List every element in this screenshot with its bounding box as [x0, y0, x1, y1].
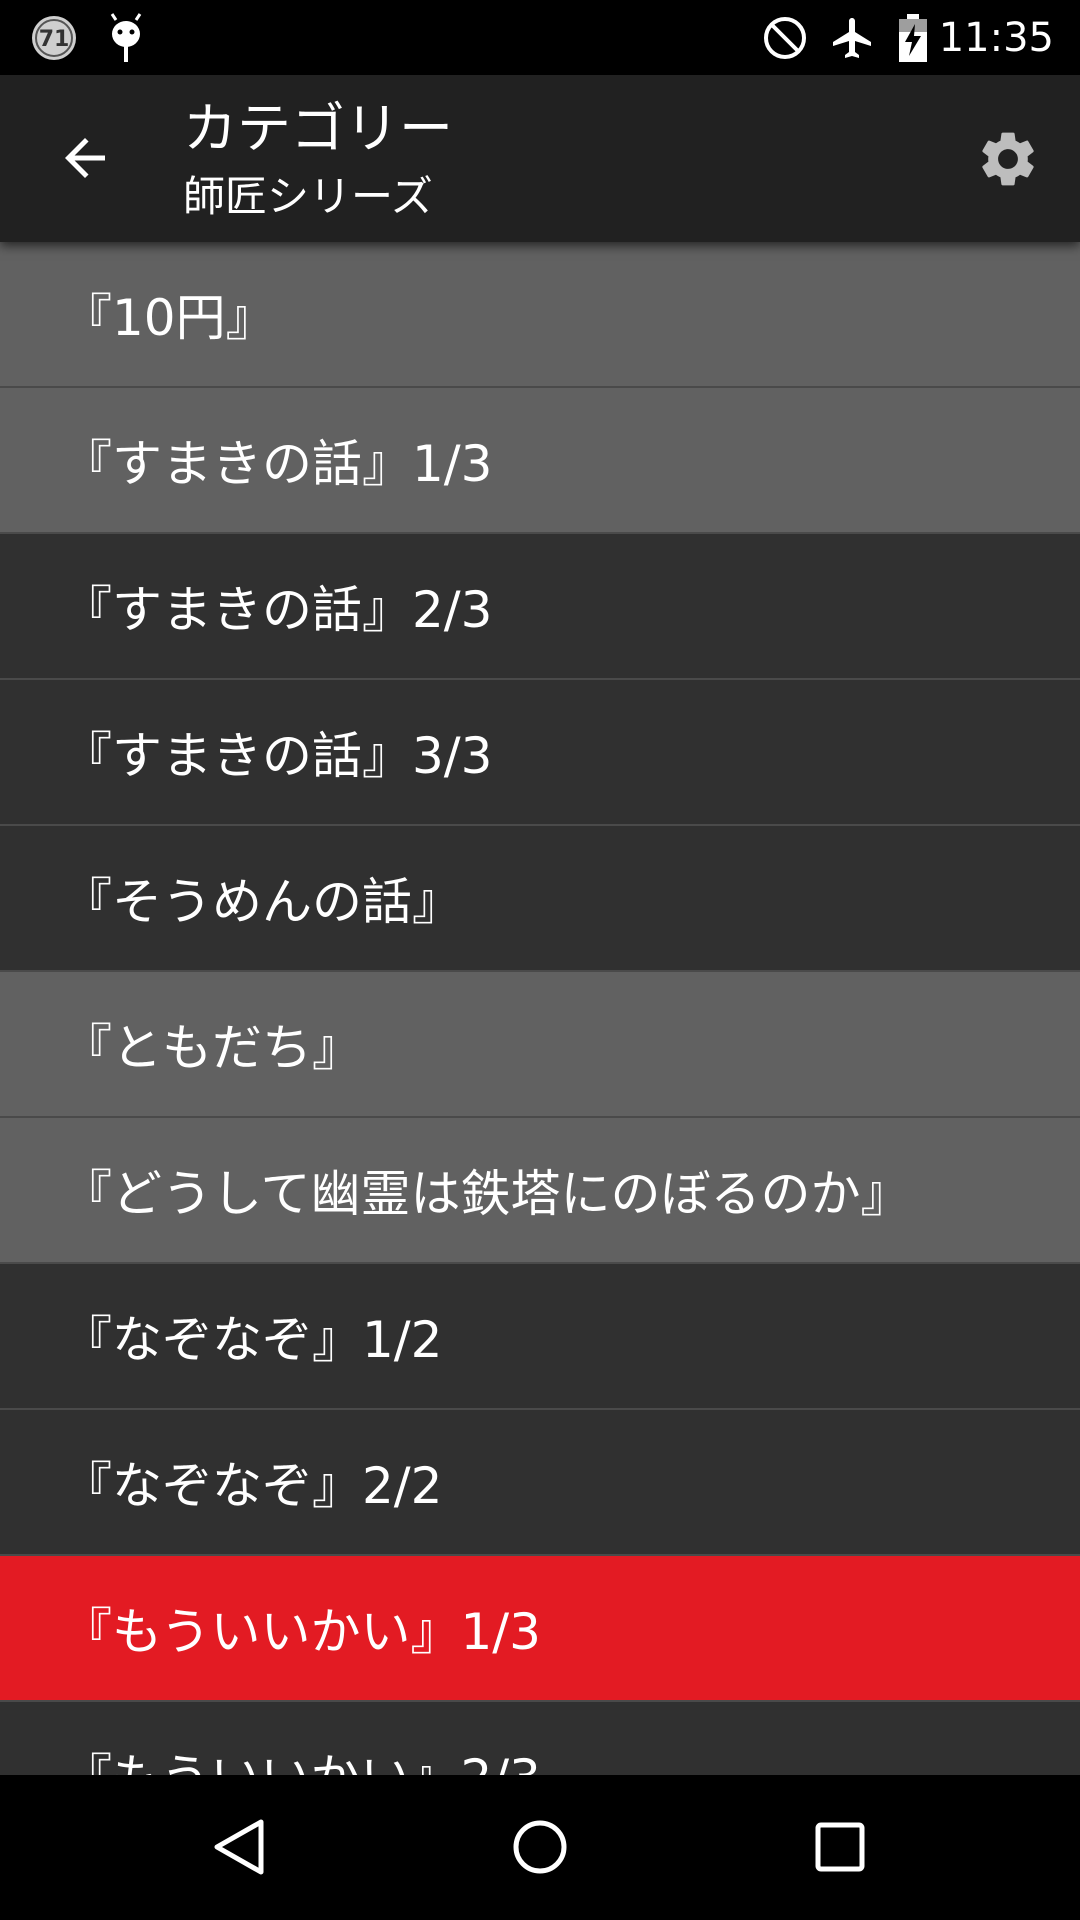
- nav-recents-icon: [815, 1822, 865, 1872]
- nav-back-button[interactable]: [190, 1797, 290, 1897]
- story-list[interactable]: 『10円』 『すまきの話』1/3 『すまきの話』2/3 『すまきの話』3/3 『…: [0, 242, 1080, 1775]
- list-item-label: 『もういいかい』2/3: [0, 1738, 541, 1775]
- nav-home-button[interactable]: [490, 1797, 590, 1897]
- list-item-label: 『なぞなぞ』1/2: [62, 1311, 443, 1369]
- list-item[interactable]: 『すまきの話』3/3: [0, 680, 1080, 826]
- arrow-back-icon: [65, 138, 105, 178]
- list-item[interactable]: 『なぞなぞ』1/2: [0, 1264, 1080, 1410]
- notification-count-icon: 71: [26, 0, 82, 75]
- list-item[interactable]: 『ともだち』: [0, 972, 1080, 1118]
- navigation-bar: [0, 1775, 1080, 1920]
- nav-back-icon: [214, 1819, 264, 1875]
- list-item[interactable]: 『そうめんの話』: [0, 826, 1080, 972]
- back-button[interactable]: [40, 113, 130, 203]
- list-item[interactable]: 『すまきの話』1/3: [0, 388, 1080, 534]
- settings-button[interactable]: [966, 117, 1050, 201]
- list-item-label: 『どうして幽霊は鉄塔にのぼるのか』: [62, 1165, 911, 1223]
- android-debug-icon: [104, 0, 148, 75]
- status-time: 11:35: [938, 14, 1054, 61]
- list-item-label: 『そうめんの話』: [62, 873, 462, 931]
- battery-charging-icon: [896, 0, 930, 75]
- app-bar: カテゴリー 師匠シリーズ: [0, 75, 1080, 242]
- page-subtitle: 師匠シリーズ: [183, 172, 433, 221]
- nav-recents-button[interactable]: [790, 1797, 890, 1897]
- list-item-label: 『もういいかい』1/3: [62, 1603, 541, 1661]
- list-item-label: 『すまきの話』3/3: [62, 727, 493, 785]
- notification-count-text: 71: [39, 27, 70, 52]
- gear-icon: [982, 132, 1034, 186]
- list-item[interactable]: 『もういいかい』2/3: [0, 1702, 1080, 1775]
- do-not-disturb-icon: [760, 0, 810, 75]
- page-title: カテゴリー: [183, 97, 453, 160]
- list-item[interactable]: 『なぞなぞ』2/2: [0, 1410, 1080, 1556]
- list-item[interactable]: 『どうして幽霊は鉄塔にのぼるのか』: [0, 1118, 1080, 1264]
- airplane-mode-icon: [828, 0, 878, 75]
- list-item-label: 『なぞなぞ』2/2: [62, 1457, 443, 1515]
- nav-home-icon: [513, 1820, 567, 1874]
- list-item[interactable]: 『もういいかい』1/3: [0, 1556, 1080, 1702]
- list-item-label: 『10円』: [62, 289, 276, 347]
- list-item-label: 『すまきの話』1/3: [62, 435, 493, 493]
- status-bar: 71 11:35: [0, 0, 1080, 75]
- list-item-label: 『すまきの話』2/3: [62, 581, 493, 639]
- list-item[interactable]: 『10円』: [0, 242, 1080, 388]
- list-item-label: 『ともだち』: [62, 1019, 362, 1077]
- list-item[interactable]: 『すまきの話』2/3: [0, 534, 1080, 680]
